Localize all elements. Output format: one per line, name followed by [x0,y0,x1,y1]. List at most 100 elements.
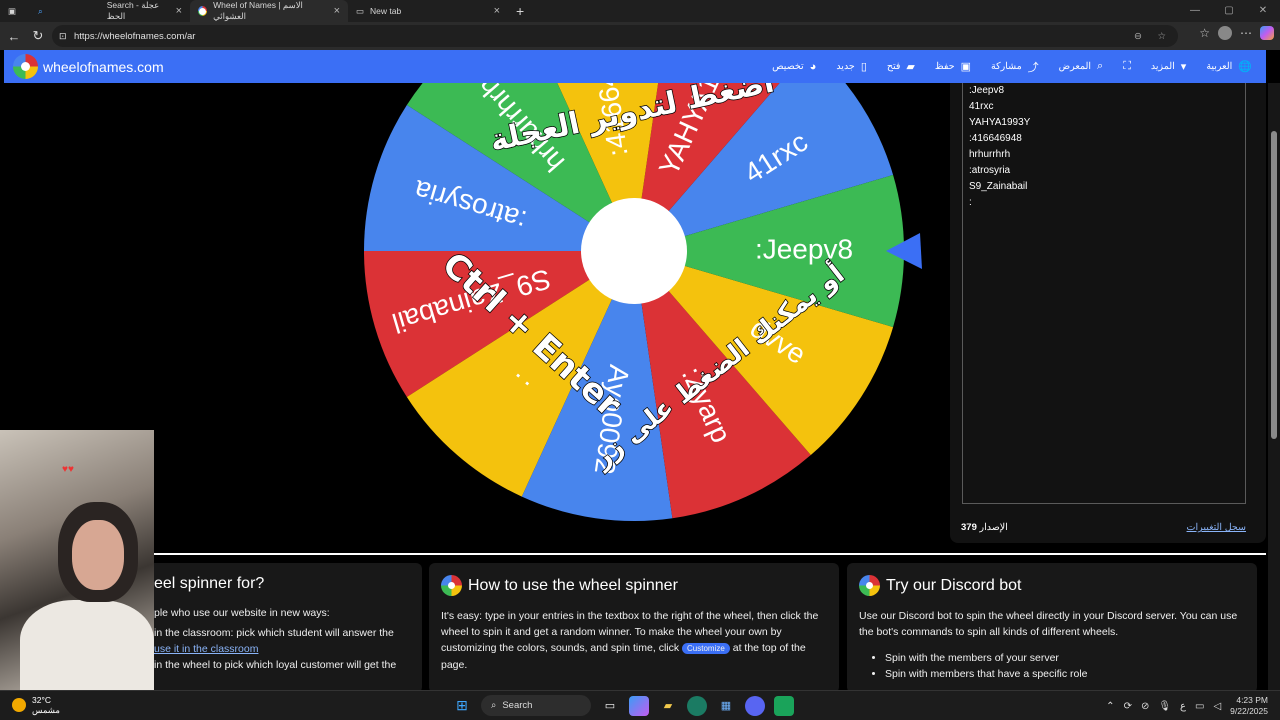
monitor-icon[interactable]: ▭ [1195,701,1204,712]
lock-icon: ⊡ [59,30,67,41]
favorites-icon[interactable]: ☆ [1199,26,1210,40]
menu-label: تخصيص [772,61,804,72]
network-off-icon[interactable]: ⊘ [1141,701,1149,712]
taskbar-apps: ⊞ ⌕ Search ▭ ▰ ▦ [452,695,794,716]
entry-line: 41rxc [969,101,994,112]
tab-wheel-of-names[interactable]: Wheel of Names | الاسم العشوائي × [190,0,348,22]
entry-line: S9_Zainabail [969,181,1028,192]
card-how-to-use: How to use the wheel spinner It's easy: … [429,563,839,693]
close-icon[interactable]: × [176,5,182,17]
card-text: It's easy: type in your entries in the t… [441,608,827,673]
menu-label: العربية [1206,61,1233,72]
system-tray: ⌃ ⟳ ⊘ 🎙 ع ▭ ◁ 4:23 PM 9/22/2025 [1106,695,1268,717]
more-icon[interactable]: ⋯ [1240,26,1252,40]
discord-icon[interactable] [745,695,765,716]
tab-actions-icon[interactable]: ▣ [0,0,22,22]
clock[interactable]: 4:23 PM 9/22/2025 [1230,695,1268,717]
menu-language[interactable]: 🌐 العربية [1206,60,1252,73]
app-icon[interactable] [774,695,794,716]
webcam-overlay: ♥♥ [0,430,154,690]
close-window-icon[interactable]: ✕ [1246,0,1280,22]
menu-save[interactable]: ▣ حفظ [935,60,971,73]
chevron-up-icon[interactable]: ⌃ [1106,701,1114,712]
globe-icon: 🌐 [1238,61,1252,73]
search-icon: ⌕ [491,700,497,711]
entries-panel: :Jeepv8 41rxc YAHYA1993Y :416646948 hrhu… [950,83,1266,543]
webcam-figure-face [72,520,124,590]
windows-taskbar: 32°C مشمس ⊞ ⌕ Search ▭ ▰ ▦ ⌃ ⟳ ⊘ 🎙 ع ▭ ◁ 4… [0,690,1280,720]
version-label: الإصدار [979,522,1008,533]
file-icon: ▯ [860,61,867,73]
classroom-link[interactable]: use it in the classroom [154,641,410,657]
file-explorer-icon[interactable]: ▰ [658,696,678,716]
menu-customize[interactable]: ◕ تخصيص [772,61,816,73]
favorite-icon[interactable]: ☆ [1157,31,1166,42]
new-tab-button[interactable]: + [508,0,532,22]
window-controls: — ▢ ✕ [1178,0,1280,22]
tab-search[interactable]: ⌕ Search - عجلة الحظ × [30,0,190,22]
page-icon: ▭ [356,5,365,16]
input-language[interactable]: ع [1180,701,1186,712]
wheel-center[interactable] [581,198,687,304]
menu-label: المعرض [1058,61,1092,72]
reader-icon[interactable]: ⊖ [1134,31,1142,42]
menu-new[interactable]: ▯ جديد [836,60,867,73]
changelog-link[interactable]: سجل التغييرات [1187,522,1246,533]
menu-fullscreen[interactable]: ⛶ [1123,60,1131,73]
tab-label: Wheel of Names | الاسم العشوائي [213,0,303,21]
customize-button[interactable]: Customize [682,643,730,654]
weather-temp: 32°C [32,695,51,705]
heart-emoji-icon: ♥♥ [62,464,74,475]
card-bullets: Spin with the members of your server Spi… [859,650,1245,682]
card-text: in the wheel to pick which loyal custome… [154,659,397,671]
store-icon[interactable]: ▦ [716,696,736,716]
start-icon[interactable]: ⊞ [452,696,472,716]
site-brand[interactable]: wheelofnames.com [43,59,164,75]
menu-open[interactable]: ▰ فتح [887,60,915,73]
site-menu: 🌐 العربية ▾ المزيد ⛶ ⌕ المعرض ⤴ مشاركة ▣ حفظ … [772,50,1252,83]
minimize-icon[interactable]: — [1178,0,1212,22]
weather-widget[interactable]: 32°C مشمس [12,695,60,715]
wheel-logo-icon [198,6,208,16]
page-scrollbar[interactable] [1268,83,1280,690]
entry-line: :Jeepv8 [969,85,1005,96]
weather-status: مشمس [32,705,60,715]
clock-time: 4:23 PM [1236,695,1268,705]
palette-icon: ◕ [809,60,817,73]
maximize-icon[interactable]: ▢ [1212,0,1246,22]
back-icon[interactable]: ← [2,29,26,44]
entries-textbox[interactable]: :Jeepv8 41rxc YAHYA1993Y :416646948 hrhu… [962,83,1246,504]
menu-share[interactable]: ⤴ مشاركة [991,59,1039,75]
copilot-icon[interactable] [629,695,649,716]
site-header: wheelofnames.com 🌐 العربية ▾ المزيد ⛶ ⌕ الم… [4,50,1266,83]
menu-more[interactable]: ▾ المزيد [1151,60,1186,73]
microphone-icon[interactable]: 🎙 [1158,701,1171,712]
card-discord-bot: Try our Discord bot Use our Discord bot … [847,563,1257,693]
card-title: How to use the wheel spinner [468,576,678,594]
card-text: ple who use our website in new ways: [154,607,330,619]
refresh-icon[interactable]: ↻ [26,28,50,44]
copilot-icon[interactable] [1260,26,1274,40]
task-view-icon[interactable]: ▭ [600,696,620,716]
menu-label: حفظ [934,61,955,72]
tab-new[interactable]: ▭ New tab × [348,0,508,22]
entry-line: hrhurrhrh [969,149,1011,160]
card-title: eel spinner for? [154,575,265,592]
volume-icon[interactable]: ◁ [1213,701,1221,712]
wheel-logo-icon [441,575,462,596]
taskbar-search[interactable]: ⌕ Search [481,695,591,716]
close-icon[interactable]: × [494,5,500,17]
menu-gallery[interactable]: ⌕ المعرض [1059,60,1104,73]
close-icon[interactable]: × [334,5,340,17]
card-use-cases: eel spinner for? ple who use our website… [120,563,422,693]
version-number: 379 [961,522,977,533]
profile-avatar[interactable] [1218,26,1232,40]
site-logo-icon[interactable] [13,54,38,79]
panel-footer: 379 الإصدار سجل التغييرات [950,522,1266,533]
url-field[interactable]: ⊡ https://wheelofnames.com/ar ⊖ ☆ [52,25,1178,47]
sync-icon[interactable]: ⟳ [1124,701,1132,712]
menu-label: جديد [836,61,855,72]
edge-browser-icon[interactable] [687,695,707,716]
scrollbar-thumb[interactable] [1271,131,1277,439]
sun-icon [12,698,26,712]
